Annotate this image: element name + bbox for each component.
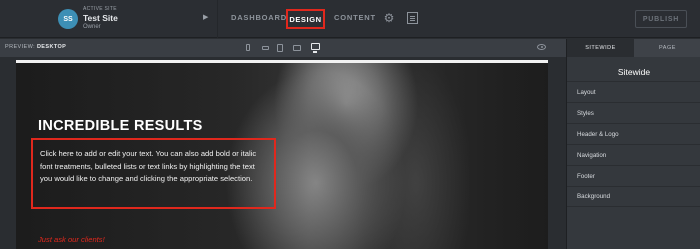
hero-body-text[interactable]: Click here to add or edit your text. You… [40, 148, 268, 186]
panel-item-navigation[interactable]: Navigation [567, 144, 700, 165]
phone-portrait-icon[interactable] [246, 44, 250, 51]
hero-text-block[interactable]: Click here to add or edit your text. You… [31, 138, 276, 209]
page-layout-icon[interactable] [407, 12, 418, 24]
preview-canvas: INCREDIBLE RESULTS Click here to add or … [0, 57, 566, 249]
preview-bar: PREVIEW: DESKTOP [0, 39, 566, 57]
preview-mode-label: PREVIEW: DESKTOP [5, 44, 66, 50]
hero-heading[interactable]: INCREDIBLE RESULTS [38, 118, 203, 134]
tab-page[interactable]: PAGE [634, 39, 700, 57]
divider [217, 0, 218, 38]
phone-landscape-icon[interactable] [262, 46, 269, 50]
preview-mode: DESKTOP [36, 44, 67, 50]
nav-design[interactable]: DESIGN [286, 9, 325, 29]
active-site-label: ACTIVE SITE [83, 6, 117, 12]
panel-menu: Layout Styles Header & Logo Navigation F… [567, 81, 700, 207]
panel-title: Sitewide [617, 67, 651, 77]
panel-item-styles[interactable]: Styles [567, 102, 700, 123]
desktop-icon[interactable] [311, 43, 320, 53]
nav-dashboard[interactable]: DASHBOARD [231, 13, 287, 22]
site-role: Owner [83, 24, 101, 30]
nav-content[interactable]: CONTENT [334, 13, 376, 22]
hero-section[interactable]: INCREDIBLE RESULTS Click here to add or … [16, 60, 548, 249]
site-name: Test Site [83, 13, 118, 23]
publish-button[interactable]: PUBLISH [635, 10, 687, 28]
top-bar: SS ACTIVE SITE Test Site Owner ▶ DASHBOA… [0, 0, 700, 38]
panel-item-background[interactable]: Background [567, 186, 700, 207]
hero-tagline[interactable]: Just ask our clients! [38, 235, 105, 244]
panel-item-header-logo[interactable]: Header & Logo [567, 123, 700, 144]
preview-label-prefix: PREVIEW: [5, 44, 35, 50]
site-switcher[interactable]: ACTIVE SITE Test Site Owner [83, 6, 118, 30]
eye-icon[interactable] [537, 44, 546, 50]
tablet-landscape-icon[interactable] [293, 45, 301, 51]
tab-sitewide[interactable]: SITEWIDE [567, 39, 634, 57]
site-avatar[interactable]: SS [58, 9, 78, 29]
gear-icon[interactable]: ⚙ [382, 11, 396, 25]
panel-item-footer[interactable]: Footer [567, 165, 700, 186]
caret-right-icon[interactable]: ▶ [203, 13, 208, 21]
design-panel: SITEWIDE PAGE Sitewide Layout Styles Hea… [566, 39, 700, 249]
panel-item-layout[interactable]: Layout [567, 81, 700, 102]
tablet-portrait-icon[interactable] [277, 44, 283, 52]
panel-tabs: SITEWIDE PAGE [567, 39, 700, 57]
